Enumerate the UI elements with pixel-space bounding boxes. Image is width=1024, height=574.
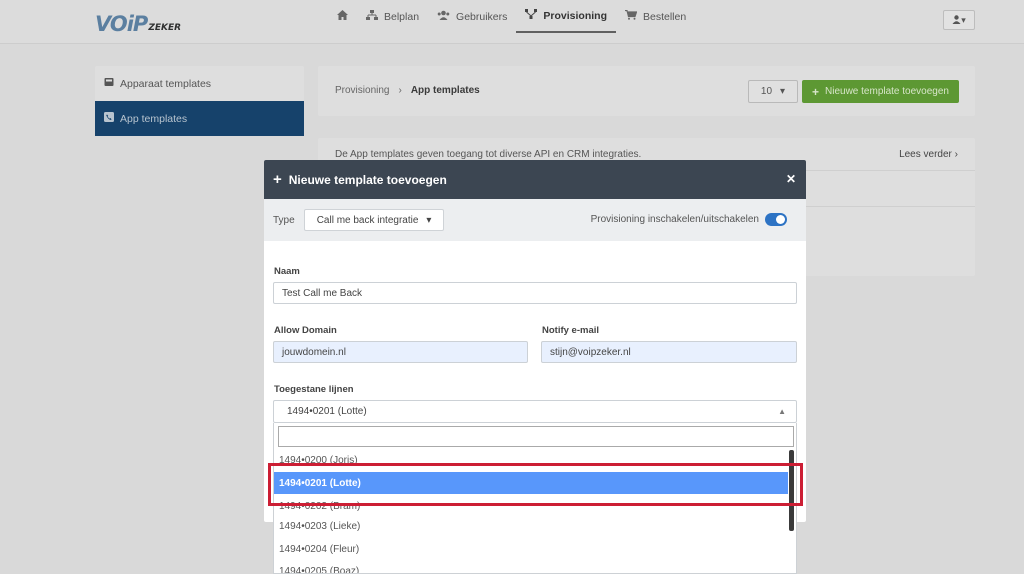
nav-label: Belplan <box>384 10 420 23</box>
nav-label: Provisioning <box>543 9 607 22</box>
dropdown-option[interactable]: 1494•0204 (Fleur) <box>274 538 788 560</box>
chevron-right-icon: › <box>954 148 958 160</box>
nav-label: Gebruikers <box>456 10 508 23</box>
breadcrumb-root[interactable]: Provisioning <box>335 85 389 96</box>
nav-gebruikers[interactable]: Gebruikers <box>428 0 516 33</box>
toggle-label: Provisioning inschakelen/uitschakelen <box>590 214 759 225</box>
nav-home[interactable] <box>328 0 357 33</box>
info-text: De App templates geven toegang tot diver… <box>335 148 642 160</box>
allow-domain-label: Allow Domain <box>274 325 337 336</box>
device-icon <box>104 77 114 90</box>
modal-title: Nieuwe template toevoegen <box>288 172 447 187</box>
provisioning-toggle-group: Provisioning inschakelen/uitschakelen <box>591 213 787 226</box>
user-icon <box>952 14 961 26</box>
breadcrumb: Provisioning › App templates <box>335 85 480 96</box>
dropdown-option[interactable]: 1494•0205 (Boaz) <box>274 560 788 574</box>
voipzeker-logo[interactable]: VOiP ZEKER <box>95 8 181 35</box>
nav-bestellen[interactable]: Bestellen <box>616 0 695 33</box>
user-menu-button[interactable]: ▾ <box>943 10 975 30</box>
sidebar-item-app-templates[interactable]: App templates <box>95 101 304 136</box>
type-select[interactable]: Call me back integratie ▾ <box>303 209 445 231</box>
nav-belplan[interactable]: Belplan <box>357 0 428 33</box>
sidebar-item-label: App templates <box>120 112 188 125</box>
breadcrumb-current: App templates <box>410 85 480 96</box>
top-navbar: VOiP ZEKER Belplan Gebruikers Provisioni… <box>0 0 1024 44</box>
toegestane-lijnen-label: Toegestane lijnen <box>274 384 354 395</box>
main-nav: Belplan Gebruikers Provisioning Bestelle… <box>328 0 695 44</box>
add-template-button[interactable]: + Nieuwe template toevoegen <box>802 80 959 103</box>
dropdown-option[interactable]: 1494•0203 (Lieke) <box>274 515 788 537</box>
type-bar: Type Call me back integratie ▾ Provision… <box>264 199 806 241</box>
naam-field[interactable]: Test Call me Back <box>273 282 797 304</box>
users-icon <box>437 10 450 23</box>
dropdown-search-input[interactable] <box>278 426 794 447</box>
cart-icon <box>624 9 638 23</box>
nav-label: Bestellen <box>642 10 687 23</box>
caret-down-icon: ▾ <box>961 14 966 25</box>
naam-label: Naam <box>274 266 300 277</box>
toegestane-lijnen-select[interactable]: 1494•0201 (Lotte) ▲ <box>273 400 797 423</box>
caret-up-icon: ▲ <box>778 407 786 416</box>
phone-icon <box>104 112 114 125</box>
sidebar-item-apparaat-templates[interactable]: Apparaat templates <box>95 66 304 101</box>
highlight-annotation <box>268 463 803 506</box>
plus-icon: + <box>273 171 282 188</box>
nav-provisioning[interactable]: Provisioning <box>516 0 616 33</box>
caret-down-icon: ▾ <box>426 214 432 226</box>
nodes-icon <box>525 9 538 22</box>
notify-email-field[interactable]: stijn@voipzeker.nl <box>541 341 797 363</box>
close-icon[interactable]: ✕ <box>786 172 796 186</box>
plus-icon: + <box>812 84 820 99</box>
home-icon <box>337 10 348 23</box>
chevron-right-icon: › <box>398 85 402 96</box>
caret-down-icon: ▾ <box>780 86 786 97</box>
sidebar: Apparaat templates App templates <box>95 66 304 136</box>
notify-email-label: Notify e-mail <box>542 325 600 336</box>
sitemap-icon <box>366 10 378 23</box>
type-label: Type <box>273 214 295 226</box>
page-header: Provisioning › App templates 10 ▾ + Nieu… <box>318 66 975 116</box>
allow-domain-field[interactable]: jouwdomein.nl <box>273 341 528 363</box>
provisioning-toggle[interactable] <box>765 213 787 226</box>
read-more-link[interactable]: Lees verder › <box>899 149 958 160</box>
sidebar-item-label: Apparaat templates <box>120 77 212 90</box>
per-page-select[interactable]: 10 ▾ <box>748 80 798 103</box>
modal-header: + Nieuwe template toevoegen ✕ <box>264 160 806 199</box>
